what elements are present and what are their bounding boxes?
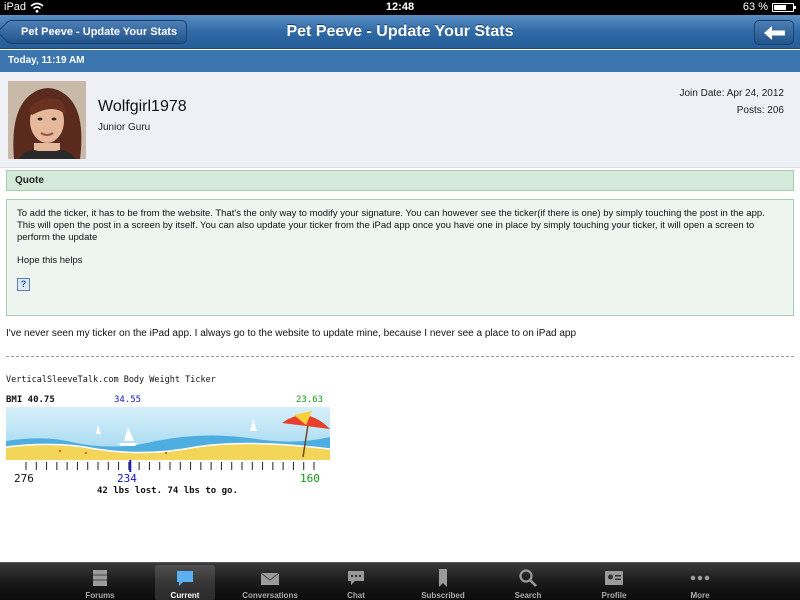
tab-more[interactable]: More [670,565,730,600]
quote-body: To add the ticker, it has to be from the… [6,199,794,316]
forums-icon [93,570,107,586]
reply-button[interactable] [754,20,794,45]
back-button[interactable]: Pet Peeve - Update Your Stats [6,20,188,44]
chat-icon [348,571,364,585]
battery-percent: 63 % [742,1,768,13]
tab-label: Profile [601,591,627,600]
broken-image-icon[interactable]: ? [17,278,30,291]
avatar[interactable] [8,81,86,159]
tab-chat[interactable]: Chat [326,565,386,600]
ticker-goal-weight: 160 [300,472,320,485]
post-count: Posts: 206 [736,105,784,116]
search-icon [519,569,537,587]
tab-label: Conversations [242,591,298,600]
reply-arrow-icon [764,26,785,40]
ticker-current-weight: 234 [117,472,137,485]
ticker-summary: 42 lbs lost. 74 lbs to go. [97,486,238,496]
ticker-start-weight: 276 [14,472,34,485]
ticker-start-bmi: BMI 40.75 [6,395,55,405]
ticker-current-bmi: 34.55 [114,395,142,405]
tab-forums[interactable]: Forums [70,565,130,600]
current-icon [177,571,193,586]
status-time: 12:48 [385,1,415,13]
tab-label: Search [514,591,542,600]
tab-label: Forums [85,591,115,600]
tab-bar: Forums Current Conversations Chat Subscr… [0,562,800,600]
ticker-ruler [25,460,315,472]
username-link[interactable]: Wolfgirl1978 [98,98,187,116]
tab-label: More [690,591,710,600]
profile-icon [605,571,623,585]
conversations-icon [260,572,280,585]
post-date-bar: Today, 11:19 AM [0,50,800,72]
ticker-beach-image[interactable] [6,407,330,460]
post-header: Wolfgirl1978 Junior Guru Join Date: Apr … [0,72,800,168]
back-button-label: Pet Peeve - Update Your Stats [21,26,178,38]
tab-profile[interactable]: Profile [584,565,644,600]
tab-label: Chat [347,591,365,600]
tab-label: Current [170,591,200,600]
tab-search[interactable]: Search [498,565,558,600]
ticker-title: VerticalSleeveTalk.com Body Weight Ticke… [6,375,216,385]
join-date: Join Date: Apr 24, 2012 [679,88,784,99]
quote-paragraph: To add the ticker, it has to be from the… [17,208,765,243]
quote-header: Quote [6,170,794,191]
tab-label: Subscribed [421,591,465,600]
tab-subscribed[interactable]: Subscribed [413,565,473,600]
subscribed-icon [439,569,447,587]
battery-icon [772,3,796,12]
avatar-photo [8,81,86,159]
tab-current[interactable]: Current [155,565,215,600]
tab-conversations[interactable]: Conversations [240,565,300,600]
quote-paragraph: Hope this helps [17,255,83,266]
ticker-goal-bmi: 23.63 [296,395,324,405]
user-rank: Junior Guru [98,122,151,133]
post-message: I've never seen my ticker on the iPad ap… [6,328,577,339]
signature-divider [6,356,794,357]
nav-bar: Pet Peeve - Update Your Stats Pet Peeve … [0,15,800,49]
status-bar: iPad 12:48 63 % [0,0,800,15]
more-icon [690,575,710,581]
